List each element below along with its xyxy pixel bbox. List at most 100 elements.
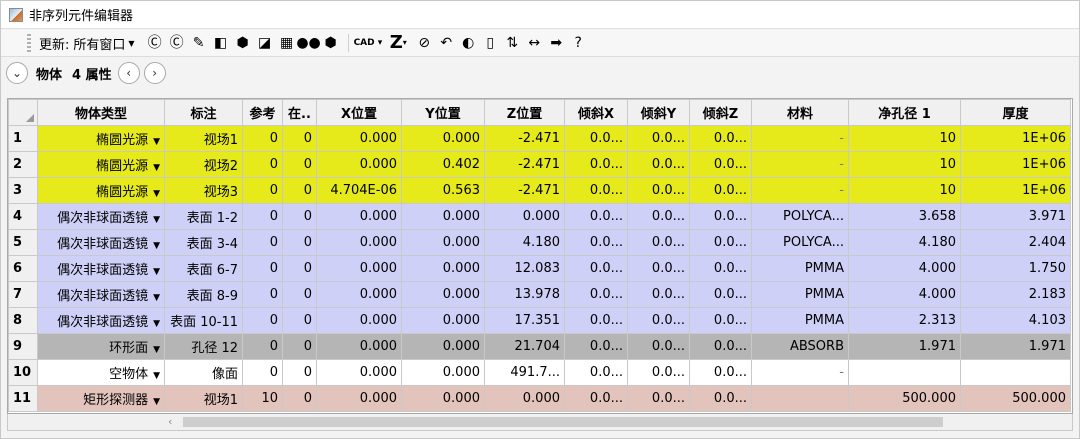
comment-cell[interactable]: 表面 1-2 [164, 203, 243, 230]
y-position-cell[interactable]: 0.000 [401, 333, 485, 360]
inside-cell[interactable]: 0 [282, 203, 317, 230]
reference-cell[interactable]: 0 [242, 307, 283, 334]
clear-aperture-cell[interactable]: 500.000 [848, 385, 961, 412]
no-icon[interactable]: ⊘ [414, 33, 434, 53]
solid-model-icon[interactable]: ⬢ [233, 33, 253, 53]
tilt-x-cell[interactable]: 0.0... [564, 203, 628, 230]
z-position-cell[interactable]: -2.471 [484, 177, 565, 204]
x-position-cell[interactable]: 0.000 [316, 151, 402, 178]
toolbar-grip[interactable] [27, 34, 31, 52]
column-header[interactable]: 参考 [242, 99, 283, 126]
collapse-button[interactable]: ⌄ [6, 62, 28, 84]
clear-aperture-cell[interactable]: 3.658 [848, 203, 961, 230]
dropdown-arrow-icon[interactable]: ▼ [153, 189, 160, 199]
x-position-cell[interactable]: 0.000 [316, 203, 402, 230]
y-position-cell[interactable]: 0.402 [401, 151, 485, 178]
z-position-cell[interactable]: 12.083 [484, 255, 565, 282]
dropdown-arrow-icon[interactable]: ▼ [153, 137, 160, 147]
tilt-z-cell[interactable]: 0.0... [689, 125, 752, 152]
reference-cell[interactable]: 0 [242, 177, 283, 204]
cube-view-icon[interactable]: ◪ [255, 33, 275, 53]
table-row[interactable]: 3 椭圆光源 ▼ 视场3 0 0 4.704E-06 0.563 -2.471 0.0... 0.0… [8, 177, 1071, 204]
dropdown-arrow-icon[interactable]: ▼ [153, 371, 160, 381]
tilt-x-cell[interactable]: 0.0... [564, 177, 628, 204]
y-position-cell[interactable]: 0.000 [401, 385, 485, 412]
tilt-x-cell[interactable]: 0.0... [564, 255, 628, 282]
column-header[interactable]: Y位置 [401, 99, 485, 126]
y-position-cell[interactable]: 0.000 [401, 229, 485, 256]
column-header[interactable]: 在.. [282, 99, 317, 126]
clear-aperture-cell[interactable]: 4.180 [848, 229, 961, 256]
tilt-z-cell[interactable]: 0.0... [689, 333, 752, 360]
dropdown-arrow-icon[interactable]: ▼ [153, 267, 160, 277]
comment-cell[interactable]: 表面 3-4 [164, 229, 243, 256]
comment-cell[interactable]: 视场3 [164, 177, 243, 204]
object-type-cell[interactable]: 偶次非球面透镜 ▼ [37, 229, 165, 256]
material-cell[interactable]: PMMA [751, 307, 849, 334]
y-position-cell[interactable]: 0.000 [401, 281, 485, 308]
x-position-cell[interactable]: 0.000 [316, 255, 402, 282]
x-position-cell[interactable]: 0.000 [316, 385, 402, 412]
inside-cell[interactable]: 0 [282, 125, 317, 152]
clear-aperture-cell[interactable]: 10 [848, 151, 961, 178]
x-position-cell[interactable]: 0.000 [316, 229, 402, 256]
z-position-cell[interactable]: 17.351 [484, 307, 565, 334]
clear-aperture-cell[interactable]: 2.313 [848, 307, 961, 334]
comment-cell[interactable]: 视场1 [164, 385, 243, 412]
tilt-x-cell[interactable]: 0.0... [564, 385, 628, 412]
column-header[interactable]: 标注 [164, 99, 243, 126]
column-header[interactable]: 净孔径 1 [848, 99, 961, 126]
comment-cell[interactable]: 孔径 12 [164, 333, 243, 360]
comment-cell[interactable]: 表面 8-9 [164, 281, 243, 308]
dropdown-arrow-icon[interactable]: ▼ [153, 319, 160, 329]
tilt-x-cell[interactable]: 0.0... [564, 229, 628, 256]
inside-cell[interactable]: 0 [282, 229, 317, 256]
reference-cell[interactable]: 0 [242, 281, 283, 308]
comment-cell[interactable]: 视场1 [164, 125, 243, 152]
reference-cell[interactable]: 0 [242, 359, 283, 386]
shaded-model-icon[interactable]: ◧ [211, 33, 231, 53]
tilt-y-cell[interactable]: 0.0... [627, 307, 690, 334]
material-cell[interactable]: - [751, 359, 849, 386]
y-position-cell[interactable]: 0.000 [401, 125, 485, 152]
table-row[interactable]: 2 椭圆光源 ▼ 视场2 0 0 0.000 0.402 -2.471 0.0... 0.0... 0… [8, 151, 1071, 178]
column-header[interactable]: 倾斜X [564, 99, 628, 126]
y-position-cell[interactable]: 0.000 [401, 359, 485, 386]
z-position-cell[interactable]: -2.471 [484, 125, 565, 152]
table-row[interactable]: 11 矩形探测器 ▼ 视场1 10 0 0.000 0.000 0.000 0.0... 0.0..… [8, 385, 1071, 412]
tilt-y-cell[interactable]: 0.0... [627, 151, 690, 178]
previous-button[interactable]: ‹ [117, 62, 140, 84]
table-row[interactable]: 10 空物体 ▼ 像面 0 0 0.000 0.000 491.7... 0.0... 0.0...… [8, 359, 1071, 386]
table-row[interactable]: 5 偶次非球面透镜 ▼ 表面 3-4 0 0 0.000 0.000 4.180 0.0... 0.… [8, 229, 1071, 256]
tilt-x-cell[interactable]: 0.0... [564, 281, 628, 308]
tilt-x-cell[interactable]: 0.0... [564, 307, 628, 334]
column-header[interactable]: 厚度 [960, 99, 1071, 126]
cad-button[interactable]: CAD ▾ [354, 38, 383, 48]
table-corner[interactable] [8, 99, 38, 126]
refresh-c-all-icon[interactable]: Ⓒ [167, 33, 187, 53]
object-type-cell[interactable]: 空物体 ▼ [37, 359, 165, 386]
dropdown-arrow-icon[interactable]: ▼ [153, 241, 160, 251]
object-type-cell[interactable]: 偶次非球面透镜 ▼ [37, 307, 165, 334]
object-type-cell[interactable]: 椭圆光源 ▼ [37, 177, 165, 204]
tilt-y-cell[interactable]: 0.0... [627, 255, 690, 282]
comment-cell[interactable]: 像面 [164, 359, 243, 386]
tilt-z-cell[interactable]: 0.0... [689, 255, 752, 282]
dropdown-arrow-icon[interactable]: ▼ [153, 215, 160, 225]
thickness-cell[interactable]: 3.971 [960, 203, 1071, 230]
x-position-cell[interactable]: 0.000 [316, 333, 402, 360]
tilt-z-cell[interactable]: 0.0... [689, 151, 752, 178]
dropdown-arrow-icon[interactable]: ▼ [153, 293, 160, 303]
table-row[interactable]: 7 偶次非球面透镜 ▼ 表面 8-9 0 0 0.000 0.000 13.978 0.0... 0… [8, 281, 1071, 308]
thickness-cell[interactable]: 2.183 [960, 281, 1071, 308]
thickness-cell[interactable]: 1E+06 [960, 125, 1071, 152]
material-cell[interactable]: PMMA [751, 255, 849, 282]
double-arrow-icon[interactable]: ↔ [524, 33, 544, 53]
ray-trace-icon[interactable]: ✎ [189, 33, 209, 53]
reference-cell[interactable]: 0 [242, 203, 283, 230]
z-position-cell[interactable]: 13.978 [484, 281, 565, 308]
thickness-cell[interactable]: 500.000 [960, 385, 1071, 412]
dropdown-arrow-icon[interactable]: ▼ [153, 345, 160, 355]
tilt-y-cell[interactable]: 0.0... [627, 177, 690, 204]
column-header[interactable]: 材料 [751, 99, 849, 126]
